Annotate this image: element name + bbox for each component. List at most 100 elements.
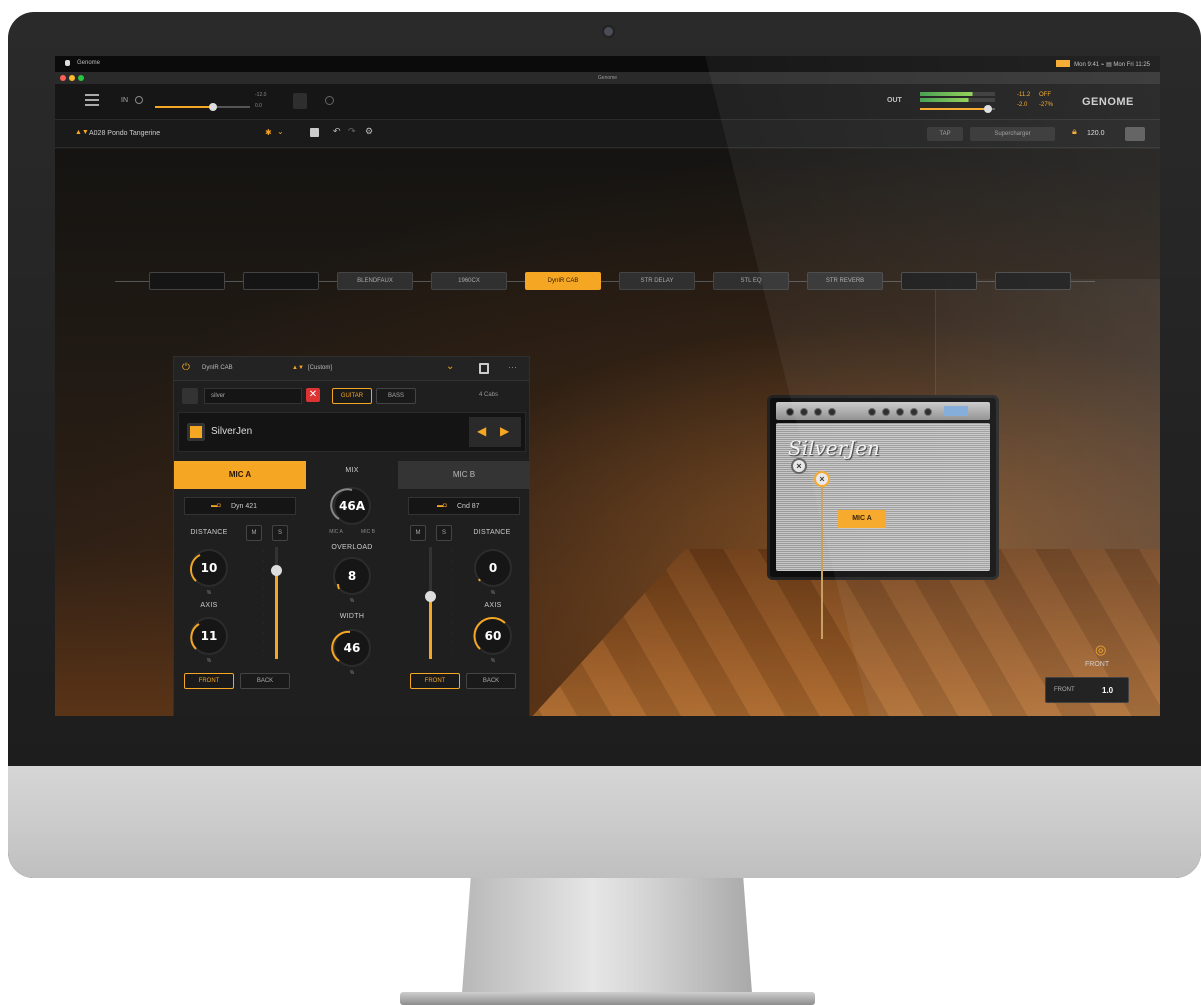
output-label: OUT — [887, 97, 902, 104]
save-icon[interactable] — [310, 128, 319, 137]
chain-slot-1[interactable] — [149, 272, 225, 290]
input-gain-slider[interactable] — [155, 103, 250, 111]
stage-3d-view[interactable]: BLENDFAUX 1960CX DynIR CAB STR DELAY STL… — [55, 149, 1160, 716]
mic-a-axis-unit: % — [206, 658, 212, 664]
more-icon[interactable]: ⋯ — [508, 362, 517, 373]
camera-view-icon[interactable]: ◎ — [1095, 642, 1106, 658]
view-selector[interactable]: FRONT 1.0 — [1045, 677, 1129, 703]
mic-a-level-fader[interactable] — [262, 547, 292, 659]
mic-a-m-button[interactable]: M — [246, 525, 262, 541]
overload-knob[interactable]: 8 — [333, 557, 371, 595]
mic-cable — [821, 479, 823, 639]
view-label: FRONT — [1085, 661, 1110, 668]
title-bar: Genome — [55, 72, 1160, 84]
mic-b-distance-unit: % — [490, 590, 496, 596]
minimize-icon[interactable] — [69, 75, 75, 81]
monitor-foot — [400, 992, 815, 1005]
settings-icon[interactable]: ⚙ — [365, 126, 373, 137]
output-meter — [920, 92, 995, 96]
mic-b-axis-knob[interactable]: 60 — [473, 616, 512, 655]
mic-b-front-button[interactable]: FRONT — [410, 673, 460, 689]
mic-a-icon: ▬◘ — [211, 503, 221, 509]
preset-select-chevron-icon[interactable]: ⌄ — [446, 361, 454, 372]
redo-icon[interactable]: ↷ — [348, 126, 356, 137]
amp-control-panel — [776, 402, 990, 420]
monitor-chin — [8, 766, 1201, 878]
mic-b-s-button[interactable]: S — [436, 525, 452, 541]
chain-slot-3[interactable]: BLENDFAUX — [337, 272, 413, 290]
chain-slot-7[interactable]: STL EQ — [713, 272, 789, 290]
chain-slot-9[interactable] — [901, 272, 977, 290]
save-preset-icon[interactable] — [479, 363, 489, 374]
overload-label: OVERLOAD — [331, 544, 373, 551]
width-label: WIDTH — [339, 613, 365, 620]
cab-icon — [187, 423, 205, 441]
mic-b-level-fader[interactable] — [416, 547, 446, 659]
preset-bar: ▲▼ A028 Pondo Tangerine ✱ ⌄ ↶ ↷ ⚙ TAP Su… — [55, 120, 1160, 148]
mic-a-s-button[interactable]: S — [272, 525, 288, 541]
previous-cab-icon[interactable]: ◀ — [477, 424, 486, 438]
mic-a-distance-unit: % — [206, 590, 212, 596]
mic-b-tab[interactable]: MIC B — [398, 461, 530, 489]
preset-dropdown-icon[interactable]: ⌄ — [277, 127, 284, 136]
chain-slot-5[interactable]: DynIR CAB — [525, 272, 601, 290]
refresh-icon[interactable] — [325, 96, 334, 105]
mic-a-model-select[interactable]: ▬◘ Dyn 421 — [184, 497, 296, 515]
preset-name[interactable]: A028 Pondo Tangerine — [89, 130, 160, 137]
mic-a-front-button[interactable]: FRONT — [184, 673, 234, 689]
bpm-value[interactable]: 120.0 — [1087, 130, 1105, 137]
width-knob[interactable]: 46 — [331, 629, 371, 667]
cabinet-model[interactable]: SilverJen — [767, 395, 999, 580]
apple-icon[interactable] — [65, 60, 70, 66]
mic-a-tab[interactable]: MIC A — [174, 461, 306, 489]
cab-search-input[interactable]: silver — [204, 388, 302, 404]
output-value-a: -11.2 — [1017, 92, 1031, 98]
preset-arrows-icon[interactable]: ▲▼ — [75, 129, 89, 136]
cab-count: 4 Cabs — [479, 392, 499, 398]
camera-icon — [604, 27, 613, 36]
mic-a-back-button[interactable]: BACK — [240, 673, 290, 689]
preset-select-arrows-icon[interactable]: ▲▼ — [292, 365, 304, 371]
mic-b-axis-unit: % — [490, 658, 496, 664]
supercharger-button[interactable]: Supercharger — [970, 127, 1055, 141]
lock-icon[interactable]: 🔒︎ — [1072, 126, 1077, 137]
mix-knob[interactable]: 46A — [330, 487, 371, 525]
chain-slot-4[interactable]: 1960CX — [431, 272, 507, 290]
filter-guitar-button[interactable]: GUITAR — [332, 388, 372, 404]
tap-button[interactable]: TAP — [927, 127, 963, 141]
tuner-icon[interactable] — [293, 93, 307, 109]
mic-b-m-button[interactable]: M — [410, 525, 426, 541]
input-power-icon[interactable] — [135, 96, 143, 104]
close-icon[interactable] — [60, 75, 66, 81]
output-level-slider[interactable] — [920, 105, 995, 113]
mic-b-distance-knob[interactable]: 0 — [474, 549, 512, 587]
mic-a-axis-label: AXIS — [200, 602, 218, 609]
next-cab-icon[interactable]: ▶ — [500, 424, 509, 438]
mic-b-back-button[interactable]: BACK — [466, 673, 516, 689]
module-power-icon[interactable]: ⏻ — [182, 362, 190, 373]
filter-icon[interactable] — [182, 388, 198, 404]
preset-select[interactable]: [Custom] — [308, 365, 332, 371]
hamburger-menu-icon[interactable] — [85, 94, 99, 106]
clear-search-icon[interactable]: ✕ — [306, 388, 320, 402]
mic-a-position[interactable]: × — [814, 471, 830, 487]
menu-app-name[interactable]: Genome — [77, 60, 100, 66]
favorite-icon[interactable]: ✱ — [265, 128, 272, 137]
mix-left-tag: MIC A — [329, 529, 343, 535]
undo-icon[interactable]: ↶ — [333, 126, 341, 137]
cab-selector[interactable]: SilverJen ◀ ▶ — [178, 412, 526, 452]
mic-b-model-select[interactable]: ▬◘ Cnd 87 — [408, 497, 520, 515]
maximize-icon[interactable] — [78, 75, 84, 81]
output-value-d: -27% — [1039, 102, 1054, 108]
mic-a-distance-knob[interactable]: 10 — [190, 549, 228, 587]
monitor-stand — [462, 878, 752, 993]
chain-slot-10[interactable] — [995, 272, 1071, 290]
filter-bass-button[interactable]: BASS — [376, 388, 416, 404]
chain-slot-6[interactable]: STR DELAY — [619, 272, 695, 290]
mic-b-position[interactable]: × — [791, 458, 807, 474]
bpm-unit-chip[interactable] — [1125, 127, 1145, 141]
chain-slot-8[interactable]: STR REVERB — [807, 272, 883, 290]
flag-icon[interactable] — [1056, 60, 1071, 67]
mic-a-axis-knob[interactable]: 11 — [190, 617, 228, 655]
chain-slot-2[interactable] — [243, 272, 319, 290]
